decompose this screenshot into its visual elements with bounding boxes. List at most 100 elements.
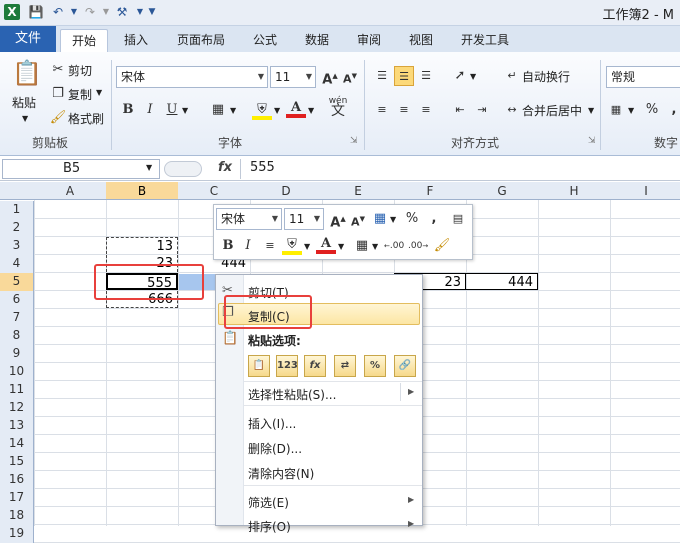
align-right-icon[interactable]: ≡: [416, 100, 436, 120]
center-align-icon[interactable]: ≡: [260, 236, 280, 256]
cut-icon[interactable]: ✂: [48, 60, 68, 80]
percent-button[interactable]: %: [642, 100, 662, 120]
increase-decimal-button[interactable]: ←.00: [384, 236, 404, 256]
fill-dropdown-icon[interactable]: ▼: [274, 106, 280, 115]
redo-dropdown-icon[interactable]: ▼: [98, 4, 114, 20]
orientation-icon[interactable]: ➚: [450, 66, 470, 86]
row-header[interactable]: 17: [0, 489, 34, 507]
tab-home[interactable]: 开始: [60, 29, 108, 52]
row-header[interactable]: 1: [0, 201, 34, 219]
cut-button[interactable]: 剪切: [68, 62, 92, 79]
increase-indent-icon[interactable]: ⇥: [472, 100, 492, 120]
column-header[interactable]: A: [34, 182, 106, 200]
paste-icon[interactable]: 📋: [12, 58, 42, 88]
paste-option-formatting[interactable]: %: [364, 355, 386, 377]
mini-comma-button[interactable]: ,: [424, 209, 444, 229]
cell-b3[interactable]: 13: [106, 237, 178, 254]
column-header[interactable]: F: [394, 182, 466, 200]
mini-percent-button[interactable]: %: [402, 209, 422, 229]
menu-item-filter[interactable]: 筛选(E): [248, 494, 289, 511]
accounting-icon[interactable]: ▦: [606, 100, 626, 120]
italic-button[interactable]: I: [140, 100, 160, 120]
formula-input[interactable]: 555: [250, 160, 275, 175]
menu-item-insert[interactable]: 插入(I)...: [248, 415, 296, 432]
tab-developer[interactable]: 开发工具: [452, 29, 518, 52]
menu-item-delete[interactable]: 删除(D)...: [248, 440, 302, 457]
tab-view[interactable]: 视图: [400, 29, 442, 52]
tools-icon[interactable]: ⚒: [114, 4, 130, 20]
row-header[interactable]: 16: [0, 471, 34, 489]
decrease-decimal-button[interactable]: .00→: [408, 236, 428, 256]
merge-center-button[interactable]: 合并后居中: [522, 102, 582, 119]
row-header[interactable]: 6: [0, 291, 34, 309]
row-header[interactable]: 18: [0, 507, 34, 525]
copy-dropdown-icon[interactable]: ▼: [96, 88, 102, 97]
orientation-dropdown-icon[interactable]: ▼: [470, 72, 476, 81]
tab-review[interactable]: 审阅: [348, 29, 390, 52]
format-painter-icon[interactable]: 🖌: [48, 108, 68, 128]
row-header[interactable]: 13: [0, 417, 34, 435]
name-box[interactable]: B5: [2, 159, 160, 179]
mini-bold-button[interactable]: B: [218, 236, 238, 256]
insert-function-button[interactable]: fx: [218, 160, 232, 175]
number-format-select[interactable]: 常规: [606, 66, 680, 88]
format-painter-icon[interactable]: 🖌: [432, 236, 452, 256]
save-icon[interactable]: 💾: [28, 4, 44, 20]
row-header[interactable]: 3: [0, 237, 34, 255]
copy-button[interactable]: 复制: [68, 86, 92, 103]
column-header[interactable]: E: [322, 182, 394, 200]
tab-file[interactable]: 文件: [0, 26, 56, 52]
font-color-dropdown-icon[interactable]: ▼: [308, 106, 314, 115]
mini-font-color-button[interactable]: A: [316, 234, 336, 254]
align-top-icon[interactable]: ☰: [372, 66, 392, 86]
column-header[interactable]: D: [250, 182, 322, 200]
column-header[interactable]: B: [106, 182, 178, 200]
shrink-font-icon[interactable]: A▼: [348, 209, 368, 229]
font-size-select[interactable]: 11 ▼: [270, 66, 316, 88]
column-header[interactable]: H: [538, 182, 610, 200]
tab-data[interactable]: 数据: [296, 29, 338, 52]
cell-g5[interactable]: 444: [466, 273, 538, 290]
merge-icon[interactable]: ▤: [448, 209, 468, 229]
borders-dropdown-icon[interactable]: ▼: [230, 106, 236, 115]
accounting-dropdown-icon[interactable]: ▼: [390, 215, 396, 224]
borders-icon[interactable]: ▦: [208, 100, 228, 120]
accounting-dropdown-icon[interactable]: ▼: [628, 106, 634, 115]
select-all-corner[interactable]: [0, 182, 34, 200]
paste-dropdown-icon[interactable]: ▼: [22, 114, 28, 123]
row-header[interactable]: 2: [0, 219, 34, 237]
merge-dropdown-icon[interactable]: ▼: [588, 106, 594, 115]
paste-option-link-icon[interactable]: 🔗: [394, 355, 416, 377]
grow-font-icon[interactable]: A▲: [320, 66, 340, 87]
format-painter-button[interactable]: 格式刷: [68, 110, 104, 127]
bold-button[interactable]: B: [118, 100, 138, 120]
row-header[interactable]: 8: [0, 327, 34, 345]
column-header[interactable]: C: [178, 182, 250, 200]
row-header[interactable]: 15: [0, 453, 34, 471]
redo-icon[interactable]: ↷: [82, 4, 98, 20]
undo-dropdown-icon[interactable]: ▼: [66, 4, 82, 20]
paste-option-transpose-icon[interactable]: ⇄: [334, 355, 356, 377]
accounting-format-icon[interactable]: ▦: [370, 209, 390, 229]
tab-insert[interactable]: 插入: [114, 29, 158, 52]
underline-dropdown-icon[interactable]: ▼: [182, 106, 188, 115]
row-header[interactable]: 14: [0, 435, 34, 453]
comma-icon[interactable]: ,: [664, 100, 680, 120]
row-header[interactable]: 5: [0, 273, 34, 291]
name-box-dropdown-icon[interactable]: ▼: [146, 163, 152, 172]
tab-page-layout[interactable]: 页面布局: [168, 29, 234, 52]
wrap-text-button[interactable]: 自动换行: [522, 68, 570, 85]
align-middle-icon[interactable]: ☰: [394, 66, 414, 86]
paste-option-formulas[interactable]: fx: [304, 355, 326, 377]
decrease-indent-icon[interactable]: ⇤: [450, 100, 470, 120]
merge-center-icon[interactable]: ↔: [502, 100, 522, 120]
row-header[interactable]: 12: [0, 399, 34, 417]
row-header[interactable]: 19: [0, 525, 34, 543]
font-color-dropdown-icon[interactable]: ▼: [338, 242, 344, 251]
mini-italic-button[interactable]: I: [238, 236, 258, 256]
menu-item-paste-special[interactable]: 选择性粘贴(S)...: [248, 386, 336, 403]
paste-button[interactable]: 粘贴: [12, 94, 36, 111]
wrap-text-icon[interactable]: ↵: [502, 66, 522, 86]
alignment-dialog-launcher-icon[interactable]: ⇲: [588, 136, 596, 146]
column-header[interactable]: G: [466, 182, 538, 200]
